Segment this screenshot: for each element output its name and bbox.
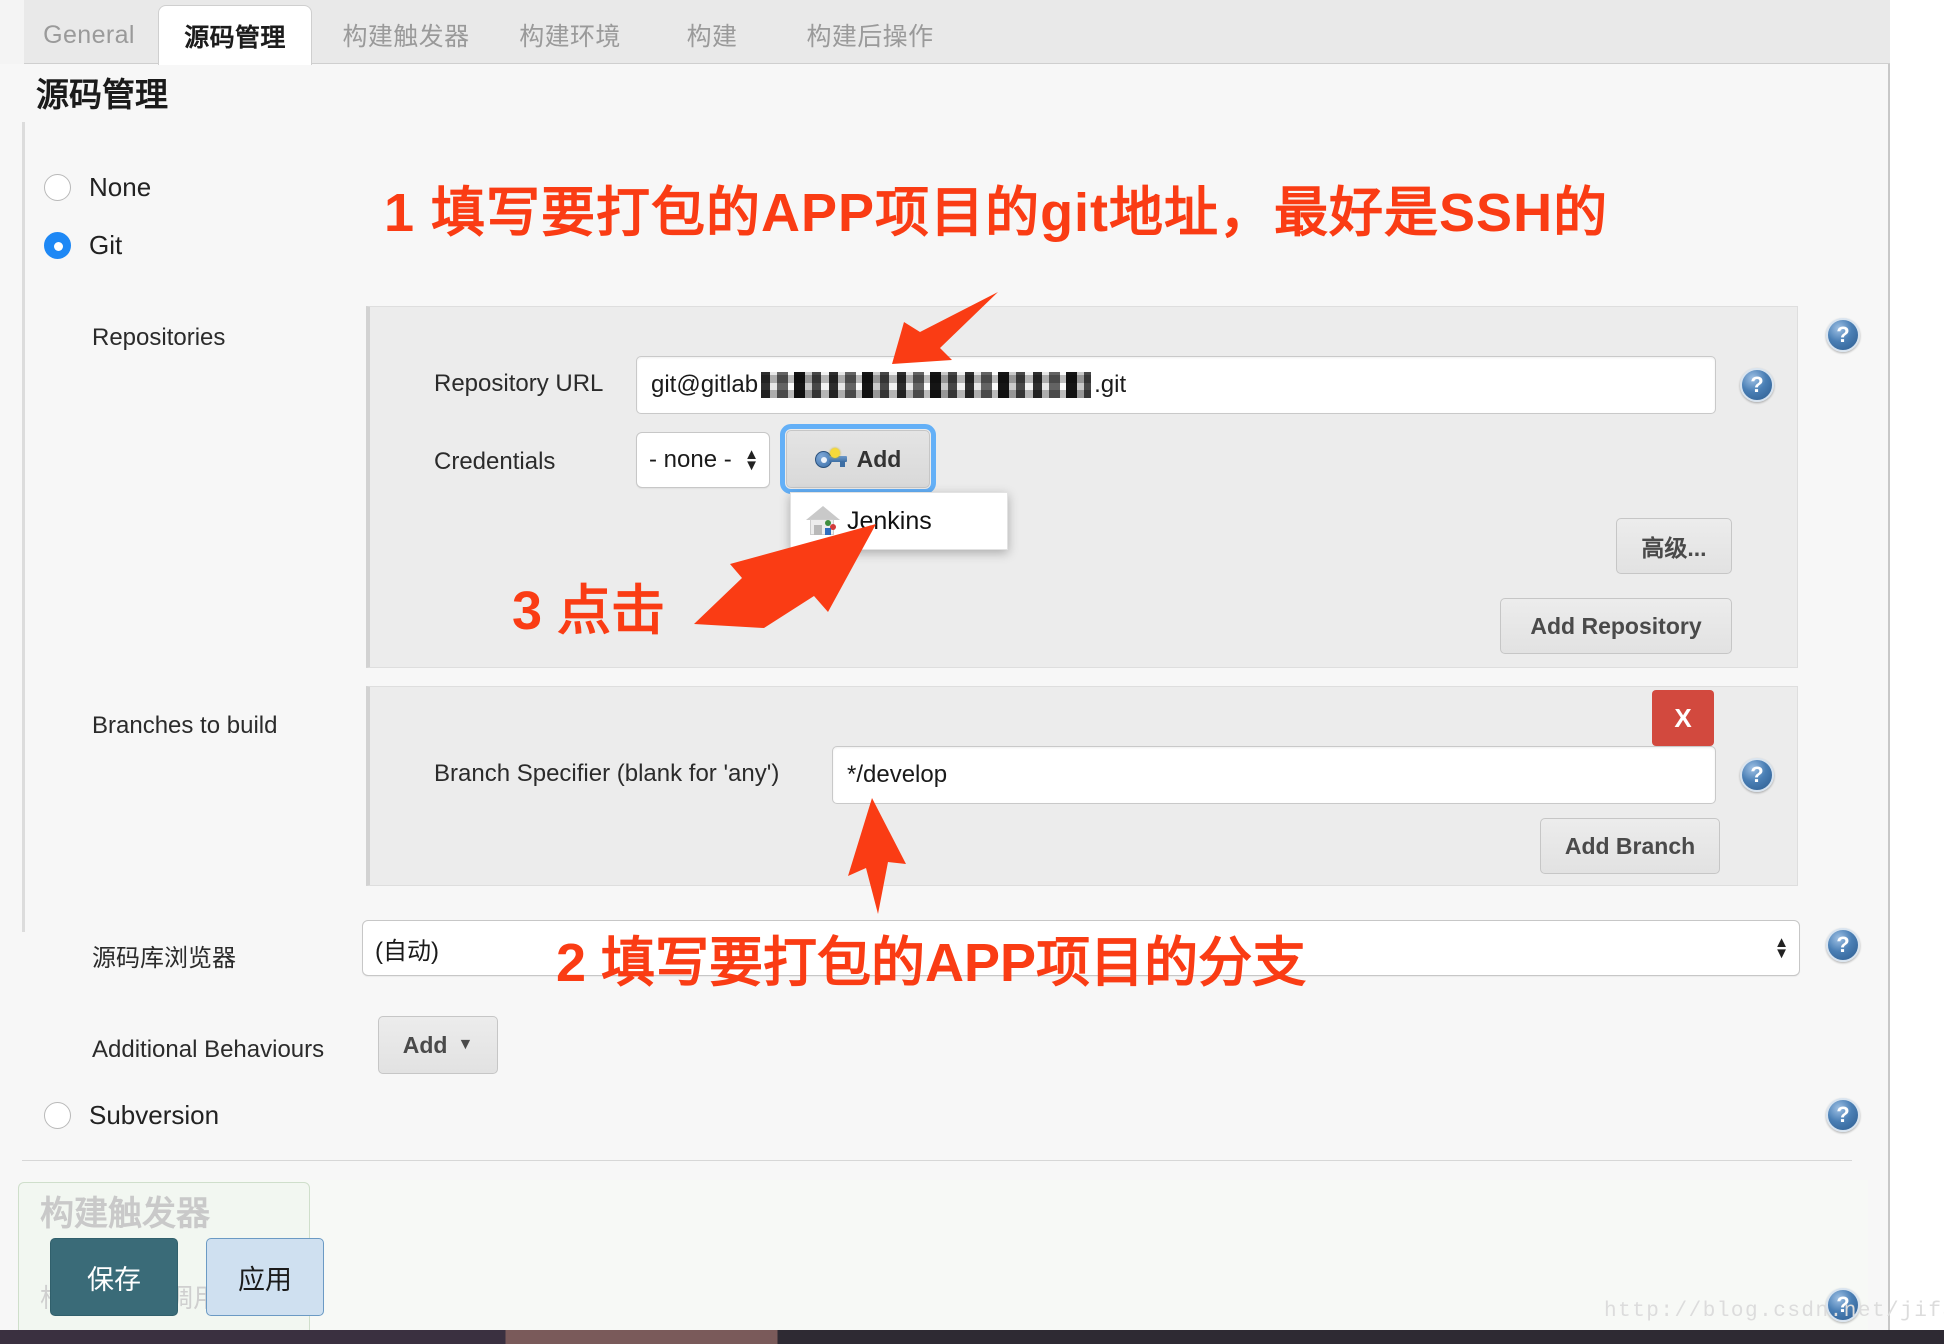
menu-item-label: Jenkins — [847, 506, 932, 535]
repository-browser-spinner-icon: ▲ ▼ — [1774, 934, 1789, 962]
repository-browser-label: 源码库浏览器 — [92, 945, 236, 972]
advanced-button[interactable]: 高级... — [1616, 518, 1732, 574]
key-icon — [814, 448, 847, 470]
repository-url-redaction — [761, 372, 1092, 398]
tab-source-code-management[interactable]: 源码管理 — [158, 5, 312, 65]
tab-general[interactable]: General — [24, 6, 154, 64]
right-gutter — [1892, 0, 1944, 1344]
branch-specifier-input[interactable]: */develop — [832, 746, 1716, 804]
radio-git[interactable] — [44, 232, 71, 259]
scm-option-git[interactable]: Git — [44, 230, 122, 261]
additional-behaviours-label: Additional Behaviours — [92, 1036, 325, 1063]
add-behaviour-label: Add — [402, 1031, 448, 1058]
radio-none-label: None — [89, 172, 152, 202]
branch-specifier-help-icon[interactable]: ? — [1740, 758, 1774, 792]
repository-url-label: Repository URL — [434, 370, 604, 397]
tab-build-environment[interactable]: 构建环境 — [500, 6, 640, 64]
credentials-select-spinner-icon: ▲ ▼ — [744, 446, 759, 474]
subversion-help-icon[interactable]: ? — [1826, 1098, 1860, 1132]
config-tab-bar: General 源码管理 构建触发器 构建环境 构建 构建后操作 — [0, 0, 1890, 65]
scm-option-none[interactable]: None — [44, 172, 151, 203]
tab-build-triggers[interactable]: 构建触发器 — [322, 6, 490, 64]
repository-url-input[interactable]: git@gitlab .git — [636, 356, 1716, 414]
page-title: 源码管理 — [36, 76, 168, 113]
radio-subversion-label: Subversion — [89, 1100, 220, 1130]
add-behaviour-button[interactable]: Add ▼ — [378, 1016, 498, 1074]
repository-browser-help-icon[interactable]: ? — [1826, 928, 1860, 962]
repository-browser-value: (自动) — [375, 937, 439, 965]
repository-url-suffix: .git — [1094, 371, 1127, 398]
branches-label: Branches to build — [92, 712, 278, 739]
add-credentials-button[interactable]: Add — [780, 424, 936, 494]
section-divider — [22, 1160, 1852, 1161]
repositories-label: Repositories — [92, 324, 226, 351]
credentials-label: Credentials — [434, 448, 556, 475]
repositories-help-icon[interactable]: ? — [1826, 318, 1860, 352]
branch-specifier-label: Branch Specifier (blank for 'any') — [434, 760, 780, 787]
add-branch-button[interactable]: Add Branch — [1540, 818, 1720, 874]
os-taskbar — [0, 1330, 1944, 1344]
tab-build[interactable]: 构建 — [660, 6, 764, 64]
apply-button[interactable]: 应用 — [206, 1238, 324, 1316]
radio-none[interactable] — [44, 174, 71, 201]
scm-option-subversion[interactable]: Subversion — [44, 1100, 219, 1131]
credentials-select-value: - none - — [649, 446, 732, 473]
repository-url-prefix: git@gitlab — [651, 371, 759, 398]
add-repository-button[interactable]: Add Repository — [1500, 598, 1732, 654]
radio-git-label: Git — [89, 230, 123, 260]
radio-subversion[interactable] — [44, 1102, 71, 1129]
repository-browser-select[interactable]: (自动) ▲ ▼ — [362, 920, 1800, 976]
chevron-down-icon: ▼ — [457, 1036, 474, 1053]
faded-section-title: 构建触发器 — [40, 1195, 210, 1233]
jenkins-house-icon — [805, 506, 840, 536]
tabbar-left-spacer — [0, 0, 24, 64]
delete-branch-button[interactable]: X — [1652, 690, 1714, 746]
save-button[interactable]: 保存 — [50, 1238, 178, 1316]
repository-url-help-icon[interactable]: ? — [1740, 368, 1774, 402]
screenshot-root: General 源码管理 构建触发器 构建环境 构建 构建后操作 源码管理 No… — [0, 0, 1944, 1344]
add-credentials-label: Add — [856, 445, 902, 472]
watermark: http://blog.csdn.net/jifaliwo123 — [1604, 1300, 1944, 1323]
credentials-select[interactable]: - none - ▲ ▼ — [636, 432, 770, 488]
tab-post-build-actions[interactable]: 构建后操作 — [786, 6, 954, 64]
credentials-provider-menu-item-jenkins[interactable]: Jenkins — [790, 492, 1008, 550]
